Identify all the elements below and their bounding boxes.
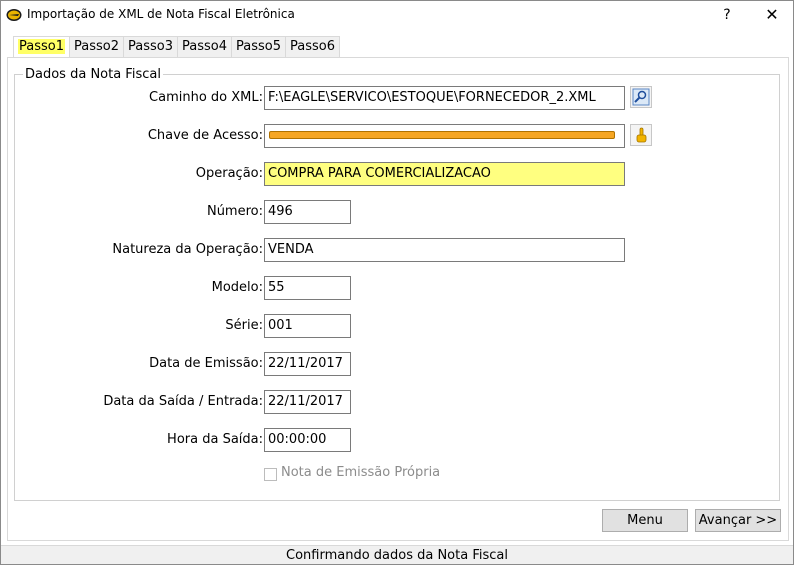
window-title: Importação de XML de Nota Fiscal Eletrôn…: [27, 7, 295, 21]
natureza-operacao-field[interactable]: VENDA: [264, 238, 625, 262]
chave-acesso-field[interactable]: [264, 124, 625, 148]
modelo-field[interactable]: 55: [264, 276, 351, 300]
eagle-logo-icon: [6, 9, 22, 21]
import-xml-window: Importação de XML de Nota Fiscal Eletrôn…: [0, 0, 794, 565]
serie-label: Série:: [225, 318, 263, 333]
operacao-field[interactable]: COMPRA PARA COMERCIALIZACAO: [264, 162, 625, 186]
emissao-propria-checkbox[interactable]: [264, 468, 277, 481]
tab-passo6[interactable]: Passo6: [285, 36, 340, 58]
hora-saida-label: Hora da Saída:: [167, 432, 263, 447]
status-bar: Confirmando dados da Nota Fiscal: [1, 545, 793, 564]
serie-field[interactable]: 001: [264, 314, 351, 338]
tab-label: Passo1: [18, 39, 65, 54]
emissao-propria-label: Nota de Emissão Própria: [281, 465, 441, 480]
menu-button[interactable]: Menu: [602, 509, 688, 532]
tab-panel: Dados da Nota Fiscal Caminho do XML: F:\…: [7, 57, 789, 541]
caminho-xml-field[interactable]: F:\EAGLE\SERVICO\ESTOQUE\FORNECEDOR_2.XM…: [264, 86, 625, 110]
status-text: Confirmando dados da Nota Fiscal: [286, 548, 508, 563]
close-button[interactable]: ✕: [753, 1, 791, 29]
key-action-button[interactable]: [630, 124, 652, 146]
data-emissao-field[interactable]: 22/11/2017: [264, 352, 351, 376]
operacao-label: Operação:: [195, 166, 263, 181]
data-emissao-label: Data de Emissão:: [149, 356, 263, 371]
modelo-label: Modelo:: [211, 280, 263, 295]
browse-xml-button[interactable]: [630, 86, 652, 108]
redacted-key-bar: [269, 131, 615, 139]
hand-pointer-icon: [636, 127, 647, 143]
group-title: Dados da Nota Fiscal: [23, 67, 163, 82]
avancar-button[interactable]: Avançar >>: [695, 509, 781, 532]
tab-passo1[interactable]: Passo1: [13, 36, 70, 58]
chave-acesso-label: Chave de Acesso:: [147, 128, 263, 143]
numero-label: Número:: [206, 204, 263, 219]
tab-passo4[interactable]: Passo4: [177, 36, 232, 58]
wizard-tabs: Passo1 Passo2 Passo3 Passo4 Passo5 Passo…: [13, 36, 340, 58]
caminho-xml-label: Caminho do XML:: [149, 90, 263, 105]
data-saida-label: Data da Saída / Entrada:: [103, 394, 263, 409]
search-folder-icon: [632, 88, 650, 106]
title-bar: Importação de XML de Nota Fiscal Eletrôn…: [1, 1, 793, 30]
hora-saida-field[interactable]: 00:00:00: [264, 428, 351, 452]
dados-nota-fiscal-group: Dados da Nota Fiscal Caminho do XML: F:\…: [14, 67, 780, 501]
help-button[interactable]: ?: [711, 1, 743, 29]
tab-passo5[interactable]: Passo5: [231, 36, 286, 58]
data-saida-field[interactable]: 22/11/2017: [264, 390, 351, 414]
numero-field[interactable]: 496: [264, 200, 351, 224]
natureza-operacao-label: Natureza da Operação:: [112, 242, 263, 257]
tab-passo2[interactable]: Passo2: [69, 36, 124, 58]
tab-passo3[interactable]: Passo3: [123, 36, 178, 58]
